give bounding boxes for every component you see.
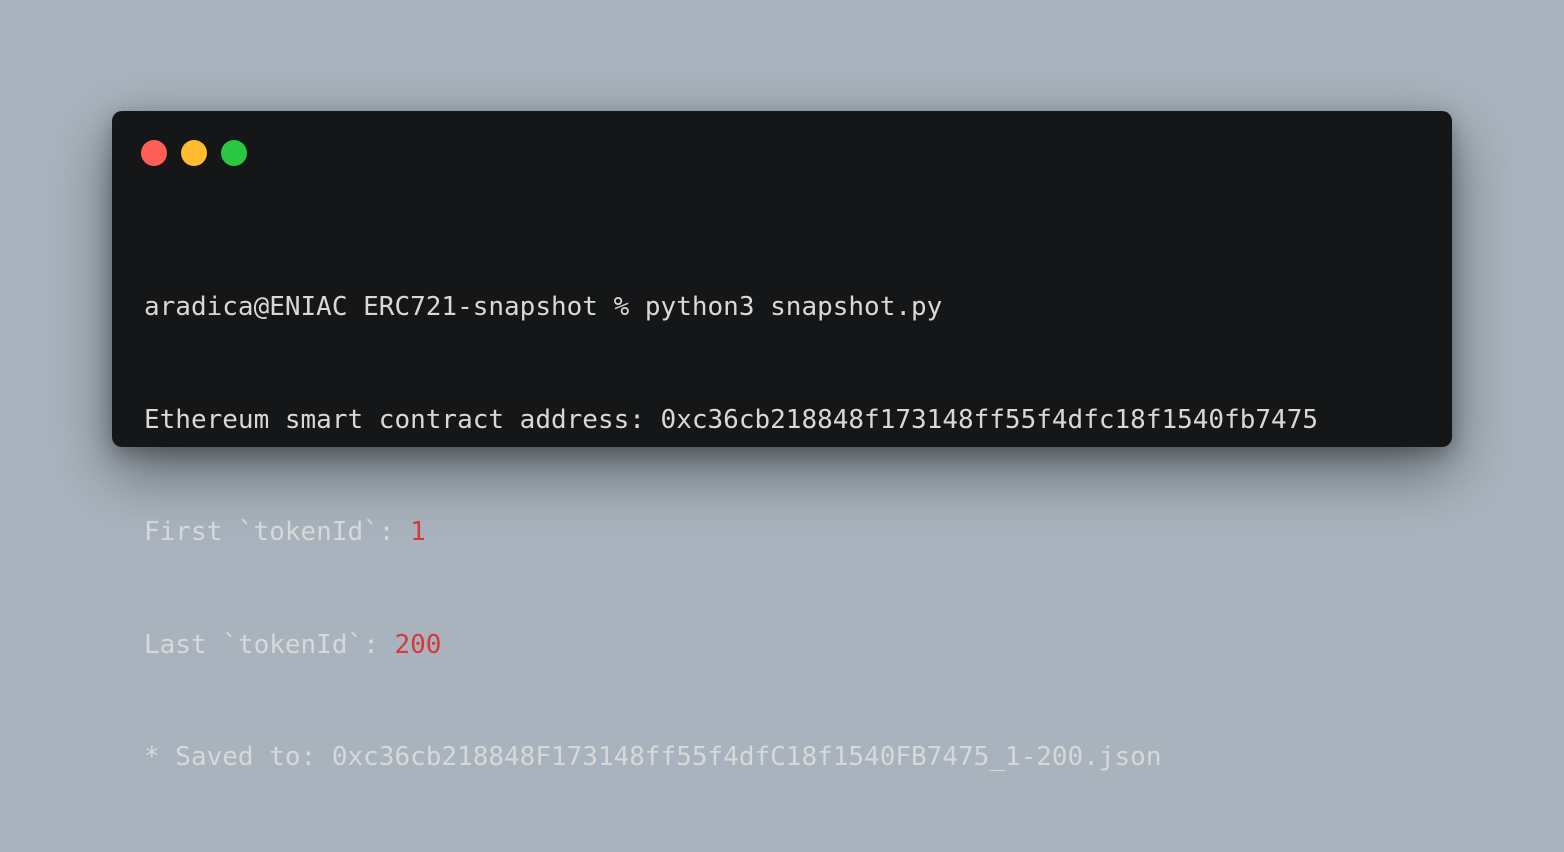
minimize-icon[interactable] <box>181 140 207 166</box>
close-icon[interactable] <box>141 140 167 166</box>
output-line: * Saved to: 0xc36cb218848F173148ff55f4df… <box>144 739 1432 777</box>
output-line: Last `tokenId`: 200 <box>144 627 1432 665</box>
window-controls <box>141 140 247 166</box>
zoom-icon[interactable] <box>221 140 247 166</box>
terminal-output[interactable]: aradica@ENIAC ERC721-snapshot % python3 … <box>144 214 1432 852</box>
terminal-window: aradica@ENIAC ERC721-snapshot % python3 … <box>112 111 1452 772</box>
first-tokenid-label: First `tokenId`: <box>144 517 411 547</box>
output-line: First `tokenId`: 1 <box>144 514 1432 552</box>
output-line: Ethereum smart contract address: 0xc36cb… <box>144 402 1432 440</box>
last-tokenid-label: Last `tokenId`: <box>144 629 395 660</box>
command-line: aradica@ENIAC ERC721-snapshot % python3 … <box>144 289 1432 327</box>
contract-address-text: Ethereum smart contract address: 0xc36cb… <box>144 404 1318 435</box>
last-tokenid-value: 200 <box>394 629 442 660</box>
saved-path-text: * Saved to: 0xc36cb218848F173148ff55f4df… <box>144 742 1162 772</box>
first-tokenid-value: 1 <box>410 517 426 547</box>
command-text: aradica@ENIAC ERC721-snapshot % python3 … <box>144 292 943 322</box>
